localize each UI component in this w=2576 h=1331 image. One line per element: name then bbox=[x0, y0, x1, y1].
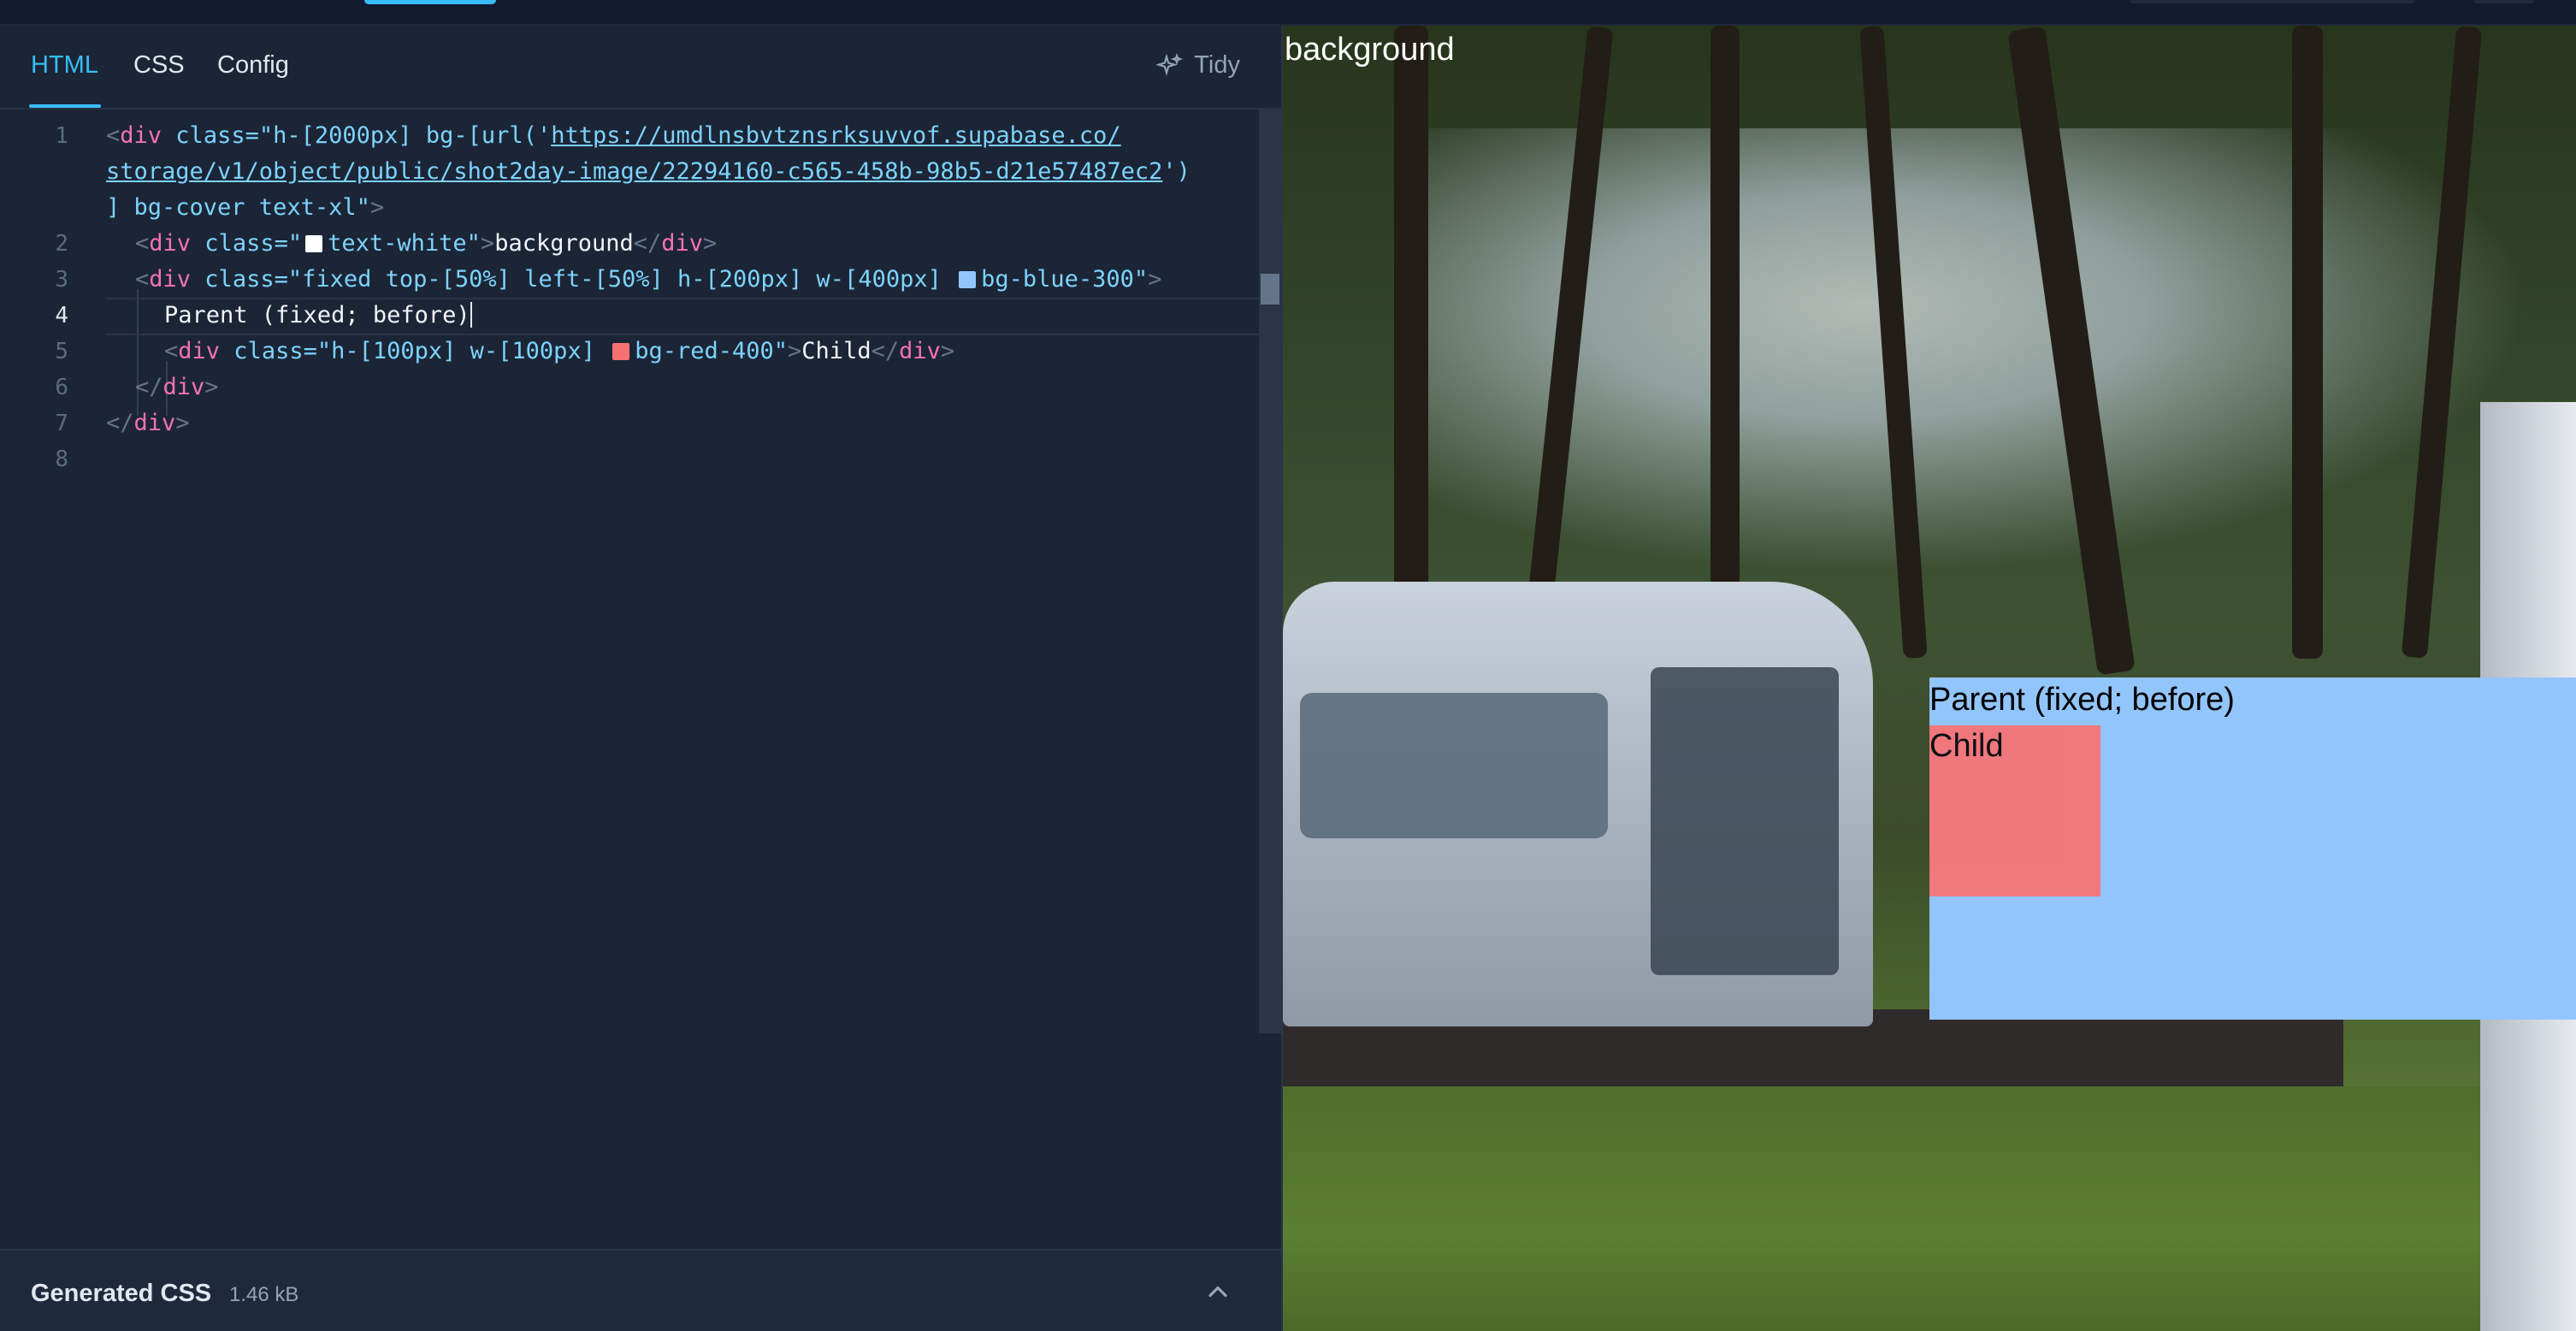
line-number: 3 bbox=[55, 267, 68, 293]
color-swatch-red bbox=[612, 343, 630, 360]
editor-pane: HTML CSS Config Tidy 1 <div class="h-[20… bbox=[0, 26, 1283, 1331]
tent-door bbox=[1651, 667, 1839, 975]
top-menu-button[interactable] bbox=[2473, 0, 2535, 3]
code-line: 3 <div class="fixed top-[50%] left-[50%]… bbox=[0, 262, 1281, 298]
line-content: <div class="h-[2000px] bg-[url('https://… bbox=[106, 122, 1121, 149]
code-line-current: 4 Parent (fixed; before) bbox=[0, 298, 1281, 335]
top-input[interactable] bbox=[2130, 0, 2415, 3]
color-swatch-blue bbox=[959, 271, 977, 288]
tidy-button[interactable]: Tidy bbox=[1156, 51, 1240, 80]
active-top-button[interactable] bbox=[364, 0, 496, 4]
preview-tent bbox=[1283, 582, 1873, 1026]
chevron-up-icon[interactable] bbox=[1202, 1276, 1233, 1307]
line-number: 1 bbox=[55, 123, 68, 149]
tent-window bbox=[1300, 693, 1608, 838]
editor-scrollbar[interactable] bbox=[1259, 109, 1281, 1033]
text-caret bbox=[470, 302, 472, 328]
editor-tabs: HTML CSS Config Tidy bbox=[0, 26, 1281, 109]
top-toolbar bbox=[0, 0, 2576, 26]
preview-child-box: Child bbox=[1929, 725, 2100, 896]
preview-parent-box: Parent (fixed; before) Child bbox=[1929, 677, 2576, 1020]
preview-background-text: background bbox=[1285, 32, 1455, 68]
tree-trunk bbox=[2292, 26, 2323, 659]
editor-scrollbar-thumb[interactable] bbox=[1261, 274, 1279, 305]
code-line: 1 <div class="h-[2000px] bg-[url('https:… bbox=[0, 118, 1281, 154]
code-line: 5 <div class="h-[100px] w-[100px] bg-red… bbox=[0, 334, 1281, 370]
image-url-link-cont[interactable]: storage/v1/object/public/shot2day-image/… bbox=[106, 158, 1162, 185]
code-line: 2 <div class=" text-white">background</di… bbox=[0, 226, 1281, 262]
tab-css[interactable]: CSS bbox=[133, 51, 185, 80]
code-line: 7 </div> bbox=[0, 405, 1281, 441]
line-content: </div> bbox=[135, 374, 219, 400]
line-number: 4 bbox=[55, 303, 68, 328]
tab-config[interactable]: Config bbox=[217, 51, 289, 80]
code-line: 6 </div> bbox=[0, 370, 1281, 405]
line-content: <div class="fixed top-[50%] left-[50%] h… bbox=[135, 266, 1162, 293]
line-content: </div> bbox=[106, 410, 190, 436]
preview-parent-text: Parent (fixed; before) bbox=[1929, 682, 2235, 718]
preview-grass bbox=[1283, 1086, 2576, 1331]
generated-css-panel[interactable]: Generated CSS 1.46 kB bbox=[0, 1249, 1281, 1331]
sparkles-icon bbox=[1156, 52, 1184, 76]
tree-trunk bbox=[1710, 26, 1740, 642]
generated-css-size: 1.46 kB bbox=[229, 1283, 299, 1306]
image-url-link[interactable]: https://umdlnsbvtznsrksuvvof.supabase.co… bbox=[551, 122, 1120, 149]
preview-child-text: Child bbox=[1929, 728, 2004, 764]
line-content: Parent (fixed; before) bbox=[164, 302, 472, 328]
code-line-wrap: storage/v1/object/public/shot2day-image/… bbox=[106, 158, 1191, 185]
line-content: <div class=" text-white">background</div> bbox=[135, 230, 718, 257]
line-number: 2 bbox=[55, 231, 68, 257]
code-line: 8 bbox=[0, 441, 1281, 477]
tree-trunk bbox=[1394, 26, 1428, 607]
preview-pane: background Parent (fixed; before) Child bbox=[1283, 26, 2576, 1331]
line-number: 7 bbox=[55, 411, 68, 436]
generated-css-title: Generated CSS bbox=[31, 1280, 212, 1307]
tidy-label: Tidy bbox=[1194, 51, 1240, 79]
line-content: <div class="h-[100px] w-[100px] bg-red-4… bbox=[164, 338, 955, 364]
active-tab-indicator bbox=[29, 104, 101, 108]
tab-html[interactable]: HTML bbox=[31, 51, 98, 80]
code-line-wrap: ] bg-cover text-xl"> bbox=[106, 194, 385, 221]
color-swatch-white bbox=[305, 235, 323, 252]
line-number: 5 bbox=[55, 339, 68, 364]
code-editor[interactable]: 1 <div class="h-[2000px] bg-[url('https:… bbox=[0, 109, 1281, 1222]
line-number: 6 bbox=[55, 375, 68, 400]
line-number: 8 bbox=[55, 447, 68, 472]
